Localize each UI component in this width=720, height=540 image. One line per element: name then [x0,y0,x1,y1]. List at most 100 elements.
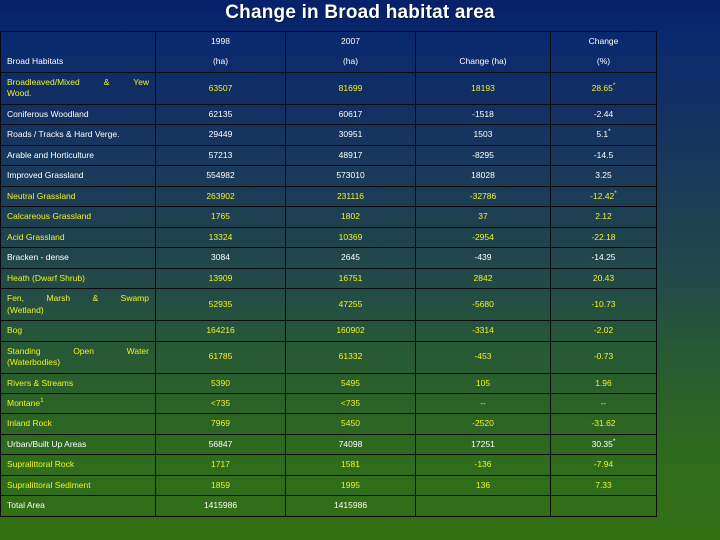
habitat-label: Calcareous Grassland [7,211,92,222]
table-row: Supralittoral Rock 1717 1581 -136 -7.94 [0,454,657,476]
cell-change-ha-value: 17251 [471,438,495,449]
cell-1998: 63507 [155,72,286,105]
cell-habitat-name: Supralittoral Sediment [0,474,156,497]
cell-change-ha: 105 [415,372,551,394]
habitat-label: Fen, Marsh & Swamp [7,293,149,304]
header-1998-top: 1998 [211,36,230,47]
cell-habitat-name: Calcareous Grassland [0,206,156,228]
header-change-ha-bottom: Change (ha) [459,55,507,66]
habitat-label: Total Area [7,500,45,511]
cell-habitat-name: Rivers & Streams [0,372,156,394]
habitat-change-table-container: Broad Habitats 1998 (ha) 2007 (ha) Chang… [0,31,657,517]
cell-change-pct: 5.1* [550,124,657,146]
cell-1998-value: 164216 [206,325,235,336]
cell-change-ha: -5680 [415,288,551,322]
cell-2007-value: 30951 [338,129,363,140]
cell-change-ha-value: 136 [475,479,491,490]
table-row: Roads / Tracks & Hard Verge. 29449 30951 15… [0,124,657,146]
table-row: Urban/Built Up Areas 56847 74098 17251 30.35… [0,433,657,456]
cell-2007-value: 10369 [338,231,363,242]
cell-1998: 1415986 [155,495,286,517]
cell-2007: 61332 [285,340,416,374]
habitat-label: Coniferous Woodland [7,108,89,119]
cell-2007: 1415986 [285,495,416,517]
cell-1998-value: 57213 [208,149,233,160]
cell-change-pct-value: 5.1 [596,129,609,140]
cell-change-pct-value: -22.18 [591,231,616,242]
cell-change-ha: 17251 [415,433,551,456]
header-2007-bottom: (ha) [342,55,359,66]
cell-1998: 263902 [155,185,286,208]
habitat-label: Inland Rock [7,418,52,429]
cell-2007-value: 231116 [336,190,365,201]
table-row: Rivers & Streams 5390 5495 105 1.96 [0,372,657,394]
cell-change-ha-value: -136 [474,459,492,470]
table-row: Arable and Horticulture 57213 48917 -8295 -1… [0,144,657,167]
cell-habitat-name: Coniferous Woodland [0,103,156,126]
cell-2007: <735 [285,392,416,415]
cell-1998-value: 3084 [211,252,230,263]
cell-change-pct: -2.02 [550,320,657,342]
cell-change-ha-value: -1518 [472,108,494,119]
habitat-label: Standing Open Water [7,345,149,356]
cell-1998: 57213 [155,144,286,167]
cell-change-ha: -2520 [415,413,551,435]
cell-change-ha [415,495,551,517]
habitat-label: Neutral Grassland [7,190,76,201]
cell-change-pct-value: -2.44 [593,108,614,119]
habitat-label: Supralittoral Sediment [7,479,91,490]
significance-marker: * [614,189,617,197]
cell-2007-value: 160902 [336,325,365,336]
cell-1998-value: 263902 [206,190,235,201]
cell-1998: 61785 [155,340,286,374]
cell-change-ha-value: -5680 [472,298,494,309]
header-1998-bottom: (ha) [212,55,229,66]
table-header-row: Broad Habitats 1998 (ha) 2007 (ha) Chang… [0,31,657,73]
cell-change-pct: -2.44 [550,103,657,126]
cell-1998-value: 1765 [211,211,230,222]
habitat-label-line2: (Waterbodies) [7,357,61,368]
cell-2007-value: 16751 [338,272,363,283]
cell-habitat-name: Roads / Tracks & Hard Verge. [0,124,156,146]
cell-change-pct-value: 30.35 [591,438,613,449]
cell-change-ha-value: -2520 [472,418,494,429]
cell-change-ha: 18193 [415,72,551,105]
significance-marker: * [612,438,616,446]
cell-2007-value: 2645 [341,252,360,263]
table-body: Broad Habitats 1998 (ha) 2007 (ha) Chang… [0,31,657,517]
cell-change-pct-value: -10.73 [591,298,616,309]
cell-habitat-name: Broadleaved/Mixed & Yew Wood. [0,72,156,105]
cell-2007-value: 61332 [338,351,363,362]
table-row: Acid Grassland 13324 10369 -2954 -22.18 [0,226,657,249]
cell-1998: 1717 [155,454,286,476]
cell-change-pct-value: -14.25 [591,252,616,263]
cell-2007: 2645 [285,247,416,269]
habitat-label-line2: (Wetland) [7,304,44,315]
cell-change-ha-value: 1503 [473,129,493,140]
table-row: Neutral Grassland 263902 231116 -32786 -12.4… [0,185,657,208]
cell-change-pct: -14.5 [550,144,657,167]
cell-2007-value: 1581 [341,459,360,470]
cell-change-ha: 18028 [415,165,551,187]
cell-2007-value: 1415986 [333,500,368,511]
cell-change-ha: 1503 [415,124,551,146]
cell-1998-value: 554982 [206,170,235,181]
cell-change-ha-value: -439 [474,252,492,263]
cell-change-pct: 20.43 [550,267,657,290]
cell-change-ha-value: 105 [475,377,491,388]
habitat-label-line2: Wood. [7,88,32,99]
habitat-label: Roads / Tracks & Hard Verge. [7,129,120,140]
page-title: Change in Broad habitat area [225,2,495,23]
header-2007-top: 2007 [341,36,360,47]
cell-change-ha: 136 [415,474,551,497]
cell-habitat-name: Inland Rock [0,413,156,435]
table-row: Montane1 <735 <735 -- -- [0,392,657,415]
cell-change-pct-value: -7.94 [593,459,614,470]
table-row: Bog 164216 160902 -3314 -2.02 [0,320,657,342]
cell-2007: 160902 [285,320,416,342]
cell-change-pct-value: 1.96 [595,377,612,388]
habitat-label: Bog [7,325,23,336]
cell-1998-value: 13909 [208,272,233,283]
cell-change-ha-value: 18193 [471,82,495,93]
cell-habitat-name: Supralittoral Rock [0,454,156,476]
